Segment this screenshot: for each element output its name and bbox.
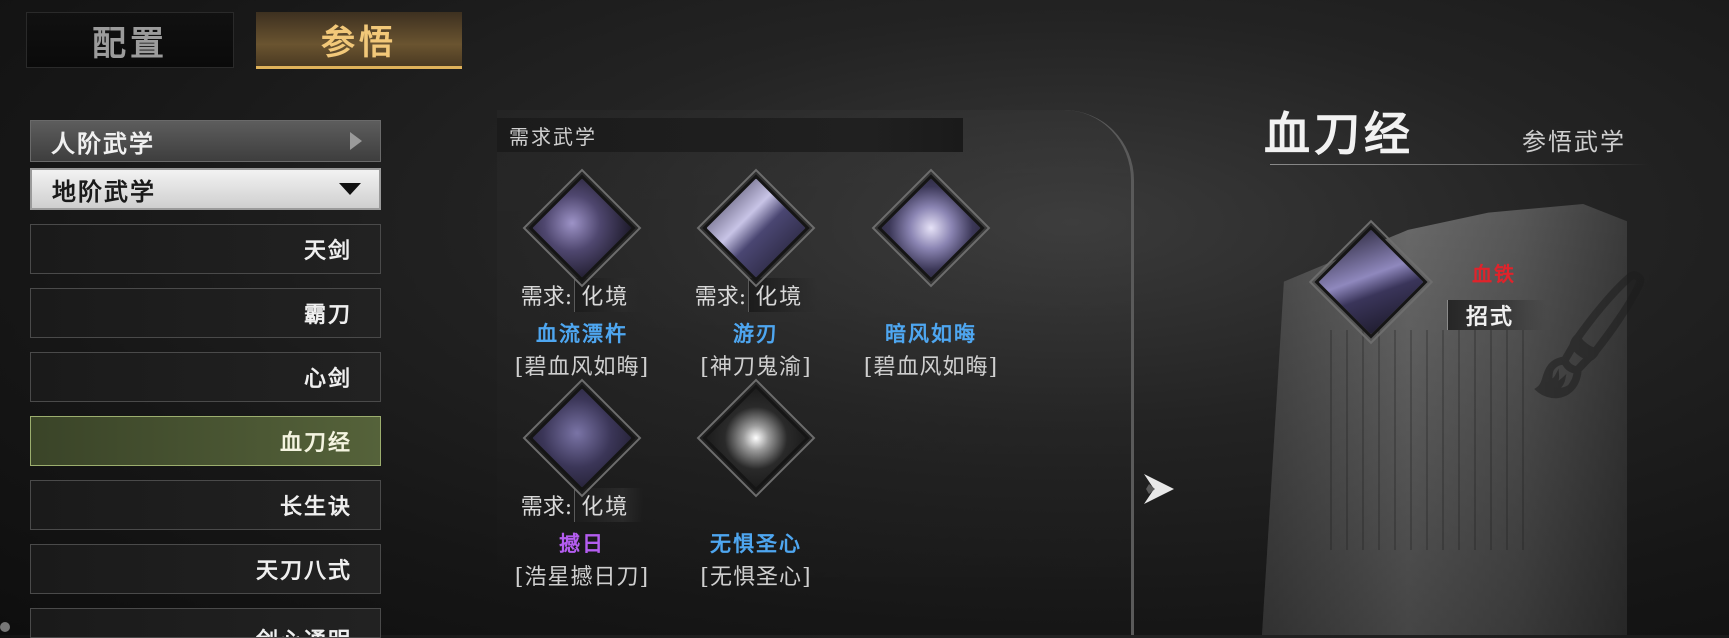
sidebar-item-tianjian[interactable]: 天剑 [30, 224, 381, 274]
tab-enlighten[interactable]: 参悟 [256, 12, 462, 69]
page-title: 血刀经 [1264, 107, 1414, 161]
required-skill-source: [无惧圣心] [700, 565, 812, 590]
sidebar-item-changshengjue[interactable]: 长生诀 [30, 480, 381, 530]
required-skill-source: [碧血风如晦] [863, 355, 999, 380]
required-skill-name: 无惧圣心 [710, 531, 802, 556]
requirement-prefix: 需求: [520, 285, 573, 310]
purple-swordsman-icon[interactable] [522, 378, 642, 498]
requirement-value: 化境 [748, 278, 818, 312]
sidebar-item-jianxintongming[interactable]: 剑心通明 [30, 608, 381, 638]
corner-indicator [0, 622, 10, 632]
required-skill-card[interactable]: 需求: 化境 撼日 [浩星撼日刀] [492, 378, 672, 591]
purple-blade-slash-icon[interactable] [522, 168, 642, 288]
required-skill-card[interactable]: 无惧圣心 [无惧圣心] [666, 378, 846, 591]
requirement-line: 需求: 化境 [492, 278, 672, 312]
required-skill-card[interactable]: 暗风如晦 [碧血风如晦] [841, 168, 1021, 381]
requirement-value: 化境 [574, 278, 644, 312]
requirement-prefix: 需求: [520, 495, 573, 520]
page-subtitle: 参悟武学 [1522, 128, 1626, 156]
purple-whirlwind-icon[interactable] [871, 168, 991, 288]
required-skill-name: 暗风如晦 [885, 321, 977, 346]
requirement-value: 化境 [574, 488, 644, 522]
expand-arrow-icon [350, 132, 362, 150]
title-divider [1270, 164, 1650, 165]
required-skill-source: [浩星撼日刀] [514, 565, 650, 590]
required-skill-card[interactable]: 需求: 化境 血流漂杵 [碧血风如晦] [492, 168, 672, 381]
required-skill-source: [碧血风如晦] [514, 355, 650, 380]
category-label: 地阶武学 [52, 176, 156, 206]
white-moon-figure-icon[interactable] [696, 378, 816, 498]
category-label: 人阶武学 [51, 128, 155, 158]
requirements-header: 需求武学 [497, 118, 963, 152]
required-skill-name: 血流漂杵 [536, 321, 628, 346]
sidebar-item-xuedaojing[interactable]: 血刀经 [30, 416, 381, 466]
skill-type-tag: 招式 [1447, 300, 1547, 330]
required-skill-source: [神刀鬼渝] [700, 355, 812, 380]
calligraphy-brush-mark: 🖌 [1511, 260, 1668, 409]
sidebar-item-tiandaobashi[interactable]: 天刀八式 [30, 544, 381, 594]
sidebar-item-xinjian[interactable]: 心剑 [30, 352, 381, 402]
arrow-right-icon [1144, 474, 1174, 504]
category-earth-tier[interactable]: 地阶武学 [30, 168, 381, 210]
requirement-line: 需求: 化境 [492, 488, 672, 522]
sidebar-item-badao[interactable]: 霸刀 [30, 288, 381, 338]
required-skill-name: 游刃 [733, 321, 779, 346]
purple-blade-slash-icon[interactable] [1308, 219, 1434, 345]
requirements-panel: 需求武学 需求: 化境 血流漂杵 [碧血风如晦] 需求: 化境 游刃 [神刀鬼渝… [497, 110, 1134, 635]
tab-config[interactable]: 配置 [26, 12, 234, 68]
learned-skill-icon-wrap[interactable] [1308, 219, 1434, 345]
purple-wind-slash-icon[interactable] [696, 168, 816, 288]
category-human-tier[interactable]: 人阶武学 [30, 120, 381, 162]
scroll-text-texture [1330, 330, 1530, 550]
required-skill-card[interactable]: 需求: 化境 游刃 [神刀鬼渝] [666, 168, 846, 381]
learned-skill-name: 血铁 [1472, 262, 1516, 286]
required-skill-name: 撼日 [559, 531, 605, 556]
requirement-line: 需求: 化境 [666, 278, 846, 312]
martial-arts-sidebar: 人阶武学 地阶武学 天剑 霸刀 心剑 血刀经 长生诀 天刀八式 剑心通明 [30, 120, 381, 638]
requirement-prefix: 需求: [694, 285, 747, 310]
collapse-arrow-icon [339, 183, 361, 195]
